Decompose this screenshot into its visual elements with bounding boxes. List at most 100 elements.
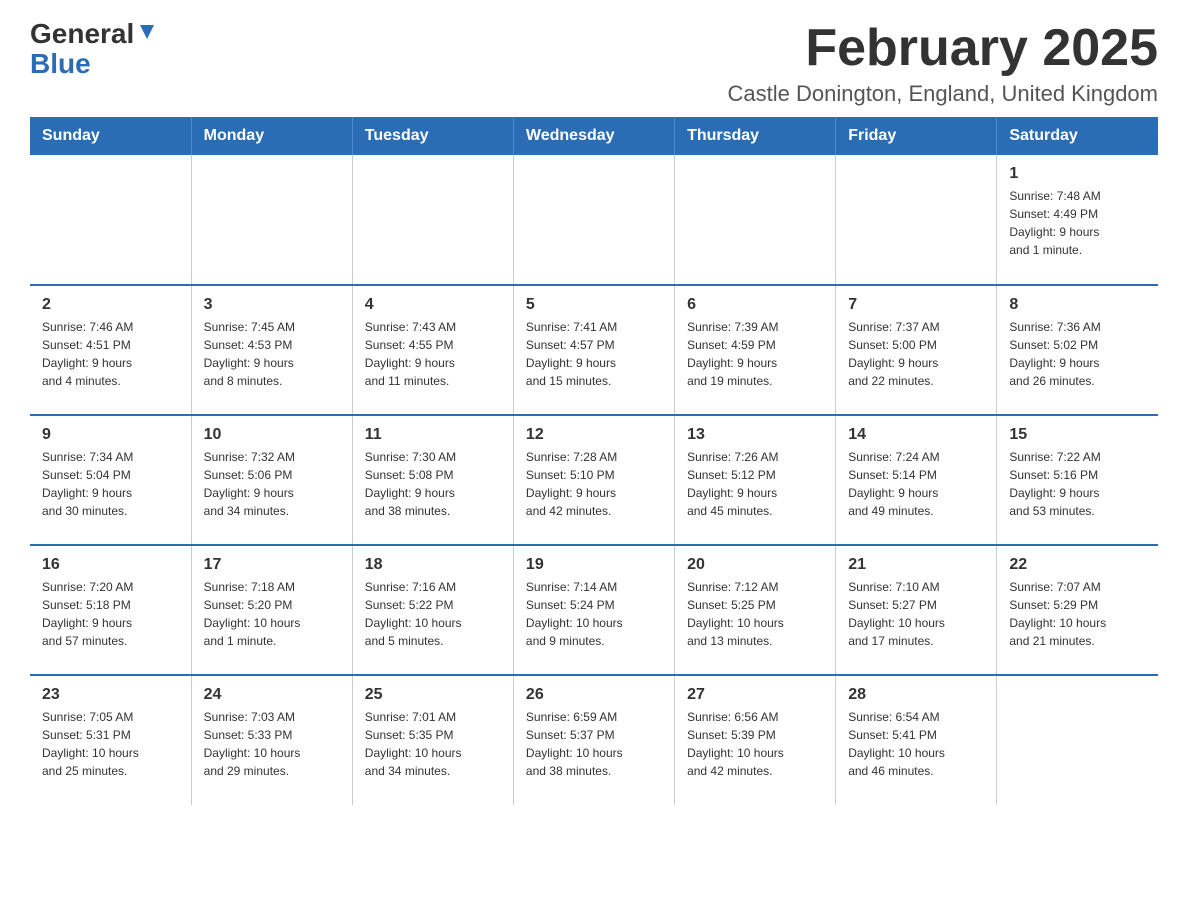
calendar-body: 1Sunrise: 7:48 AM Sunset: 4:49 PM Daylig… (30, 155, 1158, 805)
day-info: Sunrise: 7:30 AM Sunset: 5:08 PM Dayligh… (365, 448, 501, 520)
calendar-cell: 4 Sunrise: 7:43 AM Sunset: 4:55 PM Daylig… (352, 285, 513, 415)
day-info: Sunrise: 7:32 AM Sunset: 5:06 PM Dayligh… (204, 448, 340, 520)
day-number: 10 (204, 426, 340, 444)
day-info: Sunrise: 6:59 AM Sunset: 5:37 PM Dayligh… (526, 708, 662, 780)
day-info: Sunrise: 7:03 AM Sunset: 5:33 PM Dayligh… (204, 708, 340, 780)
day-info: Sunrise: 7:18 AM Sunset: 5:20 PM Dayligh… (204, 578, 340, 650)
day-number: 7 (848, 296, 984, 314)
calendar-cell: 19 Sunrise: 7:14 AM Sunset: 5:24 PM Dayli… (513, 545, 674, 675)
day-info: Sunrise: 7:45 AM Sunset: 4:53 PM Dayligh… (204, 318, 340, 390)
calendar-cell: 12Sunrise: 7:28 AM Sunset: 5:10 PM Dayli… (513, 415, 674, 545)
calendar-cell: 5Sunrise: 7:41 AM Sunset: 4:57 PM Daylig… (513, 285, 674, 415)
calendar-cell: 1Sunrise: 7:48 AM Sunset: 4:49 PM Daylig… (997, 155, 1158, 285)
day-number: 17 (204, 556, 340, 574)
day-info: Sunrise: 7:46 AM Sunset: 4:51 PM Dayligh… (42, 318, 179, 390)
calendar-week-row: 23Sunrise: 7:05 AM Sunset: 5:31 PM Dayli… (30, 675, 1158, 805)
day-number: 24 (204, 686, 340, 704)
header-thursday: Thursday (675, 117, 836, 155)
day-number: 27 (687, 686, 823, 704)
day-info: Sunrise: 6:54 AM Sunset: 5:41 PM Dayligh… (848, 708, 984, 780)
day-info: Sunrise: 7:26 AM Sunset: 5:12 PM Dayligh… (687, 448, 823, 520)
day-number: 1 (1009, 165, 1146, 183)
day-number: 16 (42, 556, 179, 574)
calendar-cell: 23Sunrise: 7:05 AM Sunset: 5:31 PM Dayli… (30, 675, 191, 805)
calendar-cell (352, 155, 513, 285)
day-info: Sunrise: 7:36 AM Sunset: 5:02 PM Dayligh… (1009, 318, 1146, 390)
day-number: 25 (365, 686, 501, 704)
calendar-week-row: 9Sunrise: 7:34 AM Sunset: 5:04 PM Daylig… (30, 415, 1158, 545)
day-info: Sunrise: 7:43 AM Sunset: 4:55 PM Dayligh… (365, 318, 501, 390)
day-number: 11 (365, 426, 501, 444)
calendar-week-row: 16 Sunrise: 7:20 AM Sunset: 5:18 PM Dayli… (30, 545, 1158, 675)
day-info: Sunrise: 7:20 AM Sunset: 5:18 PM Dayligh… (42, 578, 179, 650)
calendar-cell: 7 Sunrise: 7:37 AM Sunset: 5:00 PM Daylig… (836, 285, 997, 415)
calendar-week-row: 1Sunrise: 7:48 AM Sunset: 4:49 PM Daylig… (30, 155, 1158, 285)
calendar-cell: 8 Sunrise: 7:36 AM Sunset: 5:02 PM Daylig… (997, 285, 1158, 415)
header-saturday: Saturday (997, 117, 1158, 155)
calendar-table: Sunday Monday Tuesday Wednesday Thursday… (30, 117, 1158, 805)
header-tuesday: Tuesday (352, 117, 513, 155)
day-info: Sunrise: 7:39 AM Sunset: 4:59 PM Dayligh… (687, 318, 823, 390)
day-number: 21 (848, 556, 984, 574)
day-number: 28 (848, 686, 984, 704)
calendar-cell: 15 Sunrise: 7:22 AM Sunset: 5:16 PM Dayli… (997, 415, 1158, 545)
day-number: 5 (526, 296, 662, 314)
header-sunday: Sunday (30, 117, 191, 155)
header-wednesday: Wednesday (513, 117, 674, 155)
calendar-cell: 28 Sunrise: 6:54 AM Sunset: 5:41 PM Dayli… (836, 675, 997, 805)
day-number: 20 (687, 556, 823, 574)
calendar-cell (836, 155, 997, 285)
header-monday: Monday (191, 117, 352, 155)
day-info: Sunrise: 7:24 AM Sunset: 5:14 PM Dayligh… (848, 448, 984, 520)
day-number: 3 (204, 296, 340, 314)
day-number: 18 (365, 556, 501, 574)
page-title: February 2025 (728, 20, 1159, 77)
calendar-cell: 27Sunrise: 6:56 AM Sunset: 5:39 PM Dayli… (675, 675, 836, 805)
calendar-cell: 18 Sunrise: 7:16 AM Sunset: 5:22 PM Dayli… (352, 545, 513, 675)
day-info: Sunrise: 7:14 AM Sunset: 5:24 PM Dayligh… (526, 578, 662, 650)
day-number: 13 (687, 426, 823, 444)
day-info: Sunrise: 7:10 AM Sunset: 5:27 PM Dayligh… (848, 578, 984, 650)
day-info: Sunrise: 7:37 AM Sunset: 5:00 PM Dayligh… (848, 318, 984, 390)
calendar-cell: 9Sunrise: 7:34 AM Sunset: 5:04 PM Daylig… (30, 415, 191, 545)
calendar-cell: 24 Sunrise: 7:03 AM Sunset: 5:33 PM Dayli… (191, 675, 352, 805)
calendar-cell (675, 155, 836, 285)
day-info: Sunrise: 7:12 AM Sunset: 5:25 PM Dayligh… (687, 578, 823, 650)
day-number: 4 (365, 296, 501, 314)
calendar-cell: 22 Sunrise: 7:07 AM Sunset: 5:29 PM Dayli… (997, 545, 1158, 675)
calendar-cell: 16 Sunrise: 7:20 AM Sunset: 5:18 PM Dayli… (30, 545, 191, 675)
calendar-cell: 6Sunrise: 7:39 AM Sunset: 4:59 PM Daylig… (675, 285, 836, 415)
calendar-cell: 2 Sunrise: 7:46 AM Sunset: 4:51 PM Daylig… (30, 285, 191, 415)
page-header: General Blue February 2025 Castle Doning… (30, 20, 1158, 107)
day-number: 19 (526, 556, 662, 574)
logo: General Blue (30, 20, 158, 80)
day-number: 22 (1009, 556, 1146, 574)
calendar-header: Sunday Monday Tuesday Wednesday Thursday… (30, 117, 1158, 155)
day-number: 26 (526, 686, 662, 704)
calendar-cell: 25Sunrise: 7:01 AM Sunset: 5:35 PM Dayli… (352, 675, 513, 805)
day-number: 12 (526, 426, 662, 444)
day-number: 2 (42, 296, 179, 314)
day-info: Sunrise: 7:16 AM Sunset: 5:22 PM Dayligh… (365, 578, 501, 650)
day-number: 23 (42, 686, 179, 704)
day-number: 8 (1009, 296, 1146, 314)
day-info: Sunrise: 7:22 AM Sunset: 5:16 PM Dayligh… (1009, 448, 1146, 520)
day-number: 9 (42, 426, 179, 444)
calendar-cell: 11 Sunrise: 7:30 AM Sunset: 5:08 PM Dayli… (352, 415, 513, 545)
calendar-cell (513, 155, 674, 285)
calendar-cell (997, 675, 1158, 805)
day-number: 15 (1009, 426, 1146, 444)
days-of-week-row: Sunday Monday Tuesday Wednesday Thursday… (30, 117, 1158, 155)
calendar-cell: 10 Sunrise: 7:32 AM Sunset: 5:06 PM Dayli… (191, 415, 352, 545)
calendar-cell: 26 Sunrise: 6:59 AM Sunset: 5:37 PM Dayli… (513, 675, 674, 805)
calendar-cell: 17 Sunrise: 7:18 AM Sunset: 5:20 PM Dayli… (191, 545, 352, 675)
calendar-cell: 20 Sunrise: 7:12 AM Sunset: 5:25 PM Dayli… (675, 545, 836, 675)
calendar-week-row: 2 Sunrise: 7:46 AM Sunset: 4:51 PM Daylig… (30, 285, 1158, 415)
calendar-cell: 13 Sunrise: 7:26 AM Sunset: 5:12 PM Dayli… (675, 415, 836, 545)
day-info: Sunrise: 7:07 AM Sunset: 5:29 PM Dayligh… (1009, 578, 1146, 650)
calendar-cell (30, 155, 191, 285)
logo-blue: Blue (30, 48, 91, 80)
logo-triangle-icon (136, 21, 158, 43)
header-friday: Friday (836, 117, 997, 155)
logo-general: General (30, 20, 134, 48)
